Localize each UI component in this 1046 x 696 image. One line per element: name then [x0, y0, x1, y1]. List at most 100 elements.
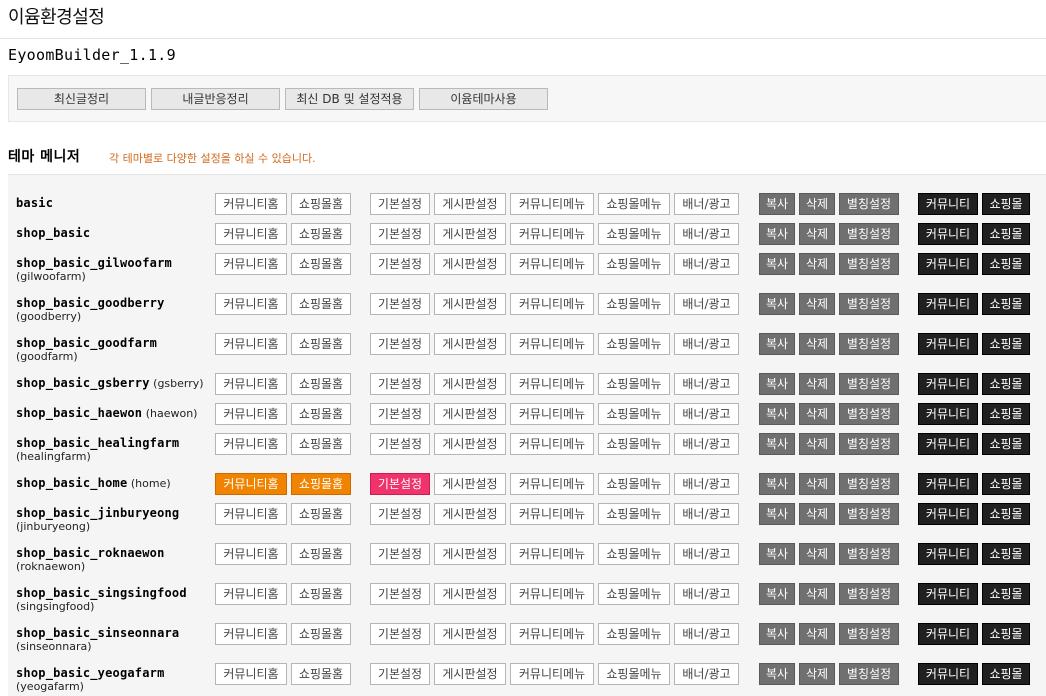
banner-ad-button[interactable]: 배너/광고	[674, 193, 739, 215]
copy-button[interactable]: 복사	[759, 503, 795, 525]
community-home-button[interactable]: 커뮤니티홈	[215, 403, 287, 425]
shop-link-button[interactable]: 쇼핑몰	[982, 473, 1030, 495]
community-menu-button[interactable]: 커뮤니티메뉴	[510, 503, 594, 525]
shop-link-button[interactable]: 쇼핑몰	[982, 403, 1030, 425]
alias-settings-button[interactable]: 별칭설정	[839, 623, 899, 645]
shop-menu-button[interactable]: 쇼핑몰메뉴	[598, 403, 670, 425]
shop-home-button[interactable]: 쇼핑몰홈	[291, 503, 351, 525]
shop-menu-button[interactable]: 쇼핑몰메뉴	[598, 543, 670, 565]
banner-ad-button[interactable]: 배너/광고	[674, 333, 739, 355]
delete-button[interactable]: 삭제	[799, 583, 835, 605]
board-settings-button[interactable]: 게시판설정	[434, 623, 506, 645]
community-menu-button[interactable]: 커뮤니티메뉴	[510, 473, 594, 495]
basic-settings-button[interactable]: 기본설정	[370, 293, 430, 315]
community-link-button[interactable]: 커뮤니티	[918, 333, 978, 355]
delete-button[interactable]: 삭제	[799, 193, 835, 215]
community-link-button[interactable]: 커뮤니티	[918, 543, 978, 565]
community-home-button[interactable]: 커뮤니티홈	[215, 253, 287, 275]
community-home-button[interactable]: 커뮤니티홈	[215, 473, 287, 495]
banner-ad-button[interactable]: 배너/광고	[674, 543, 739, 565]
shop-link-button[interactable]: 쇼핑몰	[982, 543, 1030, 565]
community-link-button[interactable]: 커뮤니티	[918, 253, 978, 275]
shop-home-button[interactable]: 쇼핑몰홈	[291, 663, 351, 685]
banner-ad-button[interactable]: 배너/광고	[674, 293, 739, 315]
community-link-button[interactable]: 커뮤니티	[918, 583, 978, 605]
community-menu-button[interactable]: 커뮤니티메뉴	[510, 223, 594, 245]
alias-settings-button[interactable]: 별칭설정	[839, 223, 899, 245]
community-menu-button[interactable]: 커뮤니티메뉴	[510, 373, 594, 395]
shop-link-button[interactable]: 쇼핑몰	[982, 583, 1030, 605]
community-link-button[interactable]: 커뮤니티	[918, 223, 978, 245]
community-menu-button[interactable]: 커뮤니티메뉴	[510, 663, 594, 685]
banner-ad-button[interactable]: 배너/광고	[674, 253, 739, 275]
community-home-button[interactable]: 커뮤니티홈	[215, 503, 287, 525]
community-link-button[interactable]: 커뮤니티	[918, 433, 978, 455]
board-settings-button[interactable]: 게시판설정	[434, 373, 506, 395]
basic-settings-button[interactable]: 기본설정	[370, 333, 430, 355]
community-menu-button[interactable]: 커뮤니티메뉴	[510, 543, 594, 565]
delete-button[interactable]: 삭제	[799, 623, 835, 645]
alias-settings-button[interactable]: 별칭설정	[839, 503, 899, 525]
board-settings-button[interactable]: 게시판설정	[434, 663, 506, 685]
alias-settings-button[interactable]: 별칭설정	[839, 433, 899, 455]
copy-button[interactable]: 복사	[759, 433, 795, 455]
shop-menu-button[interactable]: 쇼핑몰메뉴	[598, 293, 670, 315]
delete-button[interactable]: 삭제	[799, 223, 835, 245]
delete-button[interactable]: 삭제	[799, 333, 835, 355]
copy-button[interactable]: 복사	[759, 223, 795, 245]
alias-settings-button[interactable]: 별칭설정	[839, 583, 899, 605]
community-link-button[interactable]: 커뮤니티	[918, 373, 978, 395]
shop-menu-button[interactable]: 쇼핑몰메뉴	[598, 373, 670, 395]
copy-button[interactable]: 복사	[759, 663, 795, 685]
shop-menu-button[interactable]: 쇼핑몰메뉴	[598, 253, 670, 275]
shop-home-button[interactable]: 쇼핑몰홈	[291, 473, 351, 495]
basic-settings-button[interactable]: 기본설정	[370, 473, 430, 495]
shop-menu-button[interactable]: 쇼핑몰메뉴	[598, 623, 670, 645]
board-settings-button[interactable]: 게시판설정	[434, 253, 506, 275]
delete-button[interactable]: 삭제	[799, 433, 835, 455]
shop-home-button[interactable]: 쇼핑몰홈	[291, 193, 351, 215]
shop-menu-button[interactable]: 쇼핑몰메뉴	[598, 503, 670, 525]
delete-button[interactable]: 삭제	[799, 373, 835, 395]
copy-button[interactable]: 복사	[759, 403, 795, 425]
board-settings-button[interactable]: 게시판설정	[434, 223, 506, 245]
shop-menu-button[interactable]: 쇼핑몰메뉴	[598, 433, 670, 455]
cleanup-my-reactions-button[interactable]: 내글반응정리	[151, 88, 280, 110]
community-link-button[interactable]: 커뮤니티	[918, 473, 978, 495]
community-link-button[interactable]: 커뮤니티	[918, 623, 978, 645]
alias-settings-button[interactable]: 별칭설정	[839, 543, 899, 565]
delete-button[interactable]: 삭제	[799, 663, 835, 685]
board-settings-button[interactable]: 게시판설정	[434, 503, 506, 525]
board-settings-button[interactable]: 게시판설정	[434, 543, 506, 565]
basic-settings-button[interactable]: 기본설정	[370, 503, 430, 525]
basic-settings-button[interactable]: 기본설정	[370, 253, 430, 275]
shop-link-button[interactable]: 쇼핑몰	[982, 373, 1030, 395]
shop-link-button[interactable]: 쇼핑몰	[982, 333, 1030, 355]
alias-settings-button[interactable]: 별칭설정	[839, 373, 899, 395]
shop-link-button[interactable]: 쇼핑몰	[982, 433, 1030, 455]
alias-settings-button[interactable]: 별칭설정	[839, 293, 899, 315]
basic-settings-button[interactable]: 기본설정	[370, 663, 430, 685]
community-link-button[interactable]: 커뮤니티	[918, 293, 978, 315]
shop-home-button[interactable]: 쇼핑몰홈	[291, 373, 351, 395]
copy-button[interactable]: 복사	[759, 373, 795, 395]
alias-settings-button[interactable]: 별칭설정	[839, 193, 899, 215]
banner-ad-button[interactable]: 배너/광고	[674, 433, 739, 455]
community-menu-button[interactable]: 커뮤니티메뉴	[510, 293, 594, 315]
banner-ad-button[interactable]: 배너/광고	[674, 583, 739, 605]
board-settings-button[interactable]: 게시판설정	[434, 403, 506, 425]
alias-settings-button[interactable]: 별칭설정	[839, 473, 899, 495]
shop-link-button[interactable]: 쇼핑몰	[982, 193, 1030, 215]
copy-button[interactable]: 복사	[759, 253, 795, 275]
community-link-button[interactable]: 커뮤니티	[918, 193, 978, 215]
shop-home-button[interactable]: 쇼핑몰홈	[291, 403, 351, 425]
shop-menu-button[interactable]: 쇼핑몰메뉴	[598, 583, 670, 605]
copy-button[interactable]: 복사	[759, 473, 795, 495]
shop-link-button[interactable]: 쇼핑몰	[982, 503, 1030, 525]
community-home-button[interactable]: 커뮤니티홈	[215, 333, 287, 355]
shop-menu-button[interactable]: 쇼핑몰메뉴	[598, 193, 670, 215]
community-menu-button[interactable]: 커뮤니티메뉴	[510, 253, 594, 275]
banner-ad-button[interactable]: 배너/광고	[674, 373, 739, 395]
shop-menu-button[interactable]: 쇼핑몰메뉴	[598, 663, 670, 685]
community-home-button[interactable]: 커뮤니티홈	[215, 223, 287, 245]
